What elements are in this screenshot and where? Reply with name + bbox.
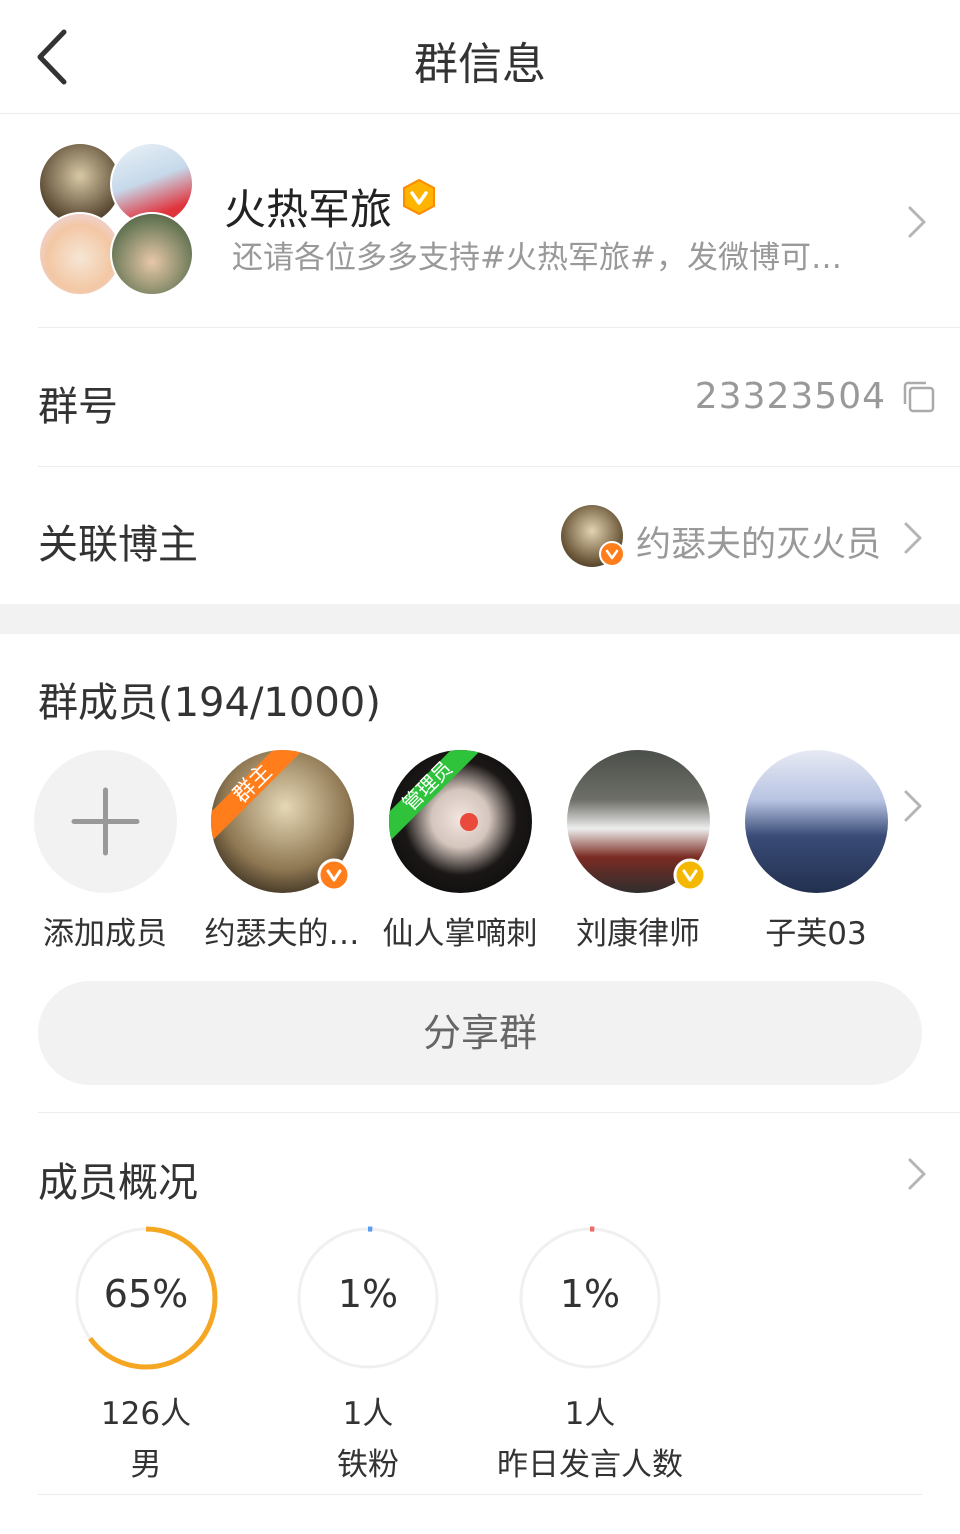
stat-yesterday-speakers: 1% 1人 昨日发言人数: [480, 1224, 700, 1484]
group-description: 还请各位多多支持#火热军旅#，发微博可以…: [232, 240, 872, 276]
stat-iron-fans: 1% 1人 铁粉: [258, 1224, 478, 1484]
member-avatar[interactable]: 管理员: [388, 750, 532, 893]
verified-badge-icon: [673, 858, 707, 892]
top-navigation-bar: 群信息: [0, 0, 960, 114]
linked-blogger-name[interactable]: 约瑟夫的灭火员: [636, 516, 881, 567]
divider: [38, 1494, 922, 1495]
stat-male: 65% 126人 男: [36, 1224, 256, 1484]
share-group-button[interactable]: 分享群: [38, 981, 922, 1085]
group-number-label: 群号: [38, 384, 118, 430]
add-member-circle[interactable]: [33, 750, 177, 893]
divider: [38, 327, 960, 328]
page-title: 群信息: [414, 39, 546, 90]
member-name: 约瑟夫的…: [204, 916, 360, 952]
chevron-right-icon[interactable]: [906, 1157, 928, 1191]
plus-icon: [71, 787, 139, 856]
stat-count: 126人: [100, 1396, 192, 1432]
percent-value: 1%: [337, 1272, 399, 1316]
percent-value: 1%: [559, 1272, 621, 1316]
chevron-right-icon[interactable]: [902, 521, 924, 555]
member-name: 仙人掌嘀刺: [382, 916, 538, 952]
percent-value: 65%: [103, 1272, 189, 1316]
linked-blogger-label: 关联博主: [38, 522, 198, 568]
section-separator: [0, 604, 960, 634]
add-member-button[interactable]: 添加成员: [30, 750, 180, 952]
verified-badge-icon: [317, 858, 351, 892]
overview-section-title: 成员概况: [38, 1160, 198, 1206]
member-item[interactable]: 管理员 仙人掌嘀刺: [383, 750, 538, 952]
member-item[interactable]: 子芙03: [741, 750, 891, 952]
members-section-title: 群成员(194/1000): [38, 680, 381, 726]
member-avatar[interactable]: [744, 750, 888, 893]
member-name: 子芙03: [765, 916, 867, 952]
add-member-label: 添加成员: [43, 916, 167, 952]
stat-count: 1人: [342, 1396, 394, 1432]
verified-badge-icon: [403, 178, 435, 216]
divider: [38, 1112, 960, 1113]
stat-label: 昨日发言人数: [497, 1447, 683, 1483]
stat-label: 男: [130, 1447, 162, 1483]
member-item[interactable]: 群主 约瑟夫的…: [205, 750, 360, 952]
group-name: 火热军旅: [224, 185, 393, 234]
chevron-right-icon[interactable]: [902, 789, 924, 823]
divider: [38, 466, 960, 467]
group-number-value: 23323504: [694, 376, 886, 417]
group-avatar-cluster: [38, 142, 198, 302]
stat-label: 铁粉: [337, 1447, 399, 1483]
verified-badge-icon: [599, 541, 625, 567]
member-name: 刘康律师: [576, 916, 700, 952]
member-avatar: [110, 212, 194, 296]
copy-icon[interactable]: [902, 380, 936, 414]
stat-count: 1人: [564, 1396, 616, 1432]
role-tag: 管理员: [398, 757, 457, 816]
member-item[interactable]: 刘康律师: [563, 750, 713, 952]
role-ribbon: 管理员: [388, 750, 481, 842]
chevron-right-icon[interactable]: [906, 205, 928, 239]
